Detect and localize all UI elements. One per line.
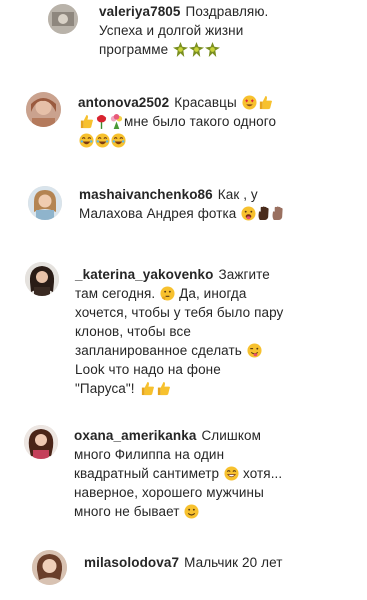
comment-text-line: квадратный сантиметр xyxy=(74,466,220,481)
smiling-face-icon xyxy=(184,504,199,519)
comment-text-line: Как , у xyxy=(217,187,258,202)
laughing-face-icon xyxy=(95,133,110,148)
grinning-face-icon xyxy=(224,466,239,481)
comment-body: valeriya7805 Поздравляю. Успеха и долгой … xyxy=(99,2,268,59)
comment-text-line: "Паруса"! xyxy=(75,381,135,396)
avatar[interactable] xyxy=(26,92,61,127)
comments-list: valeriya7805 Поздравляю. Успеха и долгой … xyxy=(0,0,367,600)
comment-text-line: много не бывает xyxy=(74,504,180,519)
thumbs-up-icon xyxy=(79,114,94,129)
thumbs-up-icon xyxy=(258,95,273,110)
comment-body: mashaivanchenko86 Как , у Малахова Андрея… xyxy=(79,185,284,223)
comment-text-line: хотя... xyxy=(243,466,283,481)
comment-text-line: хочется, чтобы у тебя было пару xyxy=(75,305,284,320)
bouquet-icon xyxy=(109,114,124,129)
heart-eyes-face-icon xyxy=(242,95,257,110)
comment-text-line: клонов, чтобы все xyxy=(75,324,191,339)
comment-text-line: Поздравляю. xyxy=(185,4,269,19)
comment-username[interactable]: oxana_amerikanka xyxy=(74,428,196,443)
avatar[interactable] xyxy=(48,4,78,34)
comment-text-line: Слишком xyxy=(201,428,261,443)
sparkle-icon xyxy=(189,42,205,57)
thinking-face-icon xyxy=(160,286,175,301)
thumbs-up-icon xyxy=(140,381,155,396)
comment-username[interactable]: mashaivanchenko86 xyxy=(79,187,213,202)
hand-icon xyxy=(271,206,284,221)
comment-text-line: Мальчик 20 лет xyxy=(184,555,283,570)
comment-text-line: Красавцы xyxy=(174,95,237,110)
comment-text-line: Успеха и долгой жизни xyxy=(99,23,244,38)
comment-text-line: Малахова Андрея фотка xyxy=(79,206,237,221)
avatar[interactable] xyxy=(32,550,67,585)
dark-hand-icon xyxy=(257,206,270,221)
comment-text-line: программе xyxy=(99,42,169,57)
comment-username[interactable]: antonova2502 xyxy=(78,95,169,110)
sparkle-icon xyxy=(205,42,221,57)
comment-body: milasolodova7 Мальчик 20 лет xyxy=(84,553,283,572)
comment-text-line: Зажгите xyxy=(218,267,270,282)
comment-body: _katerina_yakovenko Зажгите там сегодня. … xyxy=(75,265,283,398)
wink-tongue-face-icon xyxy=(247,343,262,358)
avatar[interactable] xyxy=(28,186,62,220)
comment-text-line: много Филиппа на один xyxy=(74,447,225,462)
avatar[interactable] xyxy=(24,425,58,459)
rose-icon xyxy=(95,114,108,129)
comment-username[interactable]: milasolodova7 xyxy=(84,555,179,570)
comment-text-line: наверное, хорошего мужчины xyxy=(74,485,264,500)
comment-text-line: мне было такого одного xyxy=(124,114,277,129)
comment-text-line: запланированное сделать xyxy=(75,343,242,358)
avatar[interactable] xyxy=(25,262,59,296)
comment-text-line: там сегодня. xyxy=(75,286,156,301)
laughing-face-icon xyxy=(111,133,126,148)
laughing-face-icon xyxy=(79,133,94,148)
thumbs-up-icon xyxy=(156,381,171,396)
comment-text-line: Да, иногда xyxy=(179,286,247,301)
comment-username[interactable]: valeriya7805 xyxy=(99,4,181,19)
comment-text-line: Look что надо на фоне xyxy=(75,362,221,377)
comment-username[interactable]: _katerina_yakovenko xyxy=(75,267,213,282)
tongue-face-icon xyxy=(241,206,256,221)
sparkle-icon xyxy=(173,42,189,57)
comment-body: oxana_amerikanka Слишком много Филиппа на… xyxy=(74,426,282,521)
comment-body: antonova2502 Красавцы мне было такого одн… xyxy=(78,93,276,150)
